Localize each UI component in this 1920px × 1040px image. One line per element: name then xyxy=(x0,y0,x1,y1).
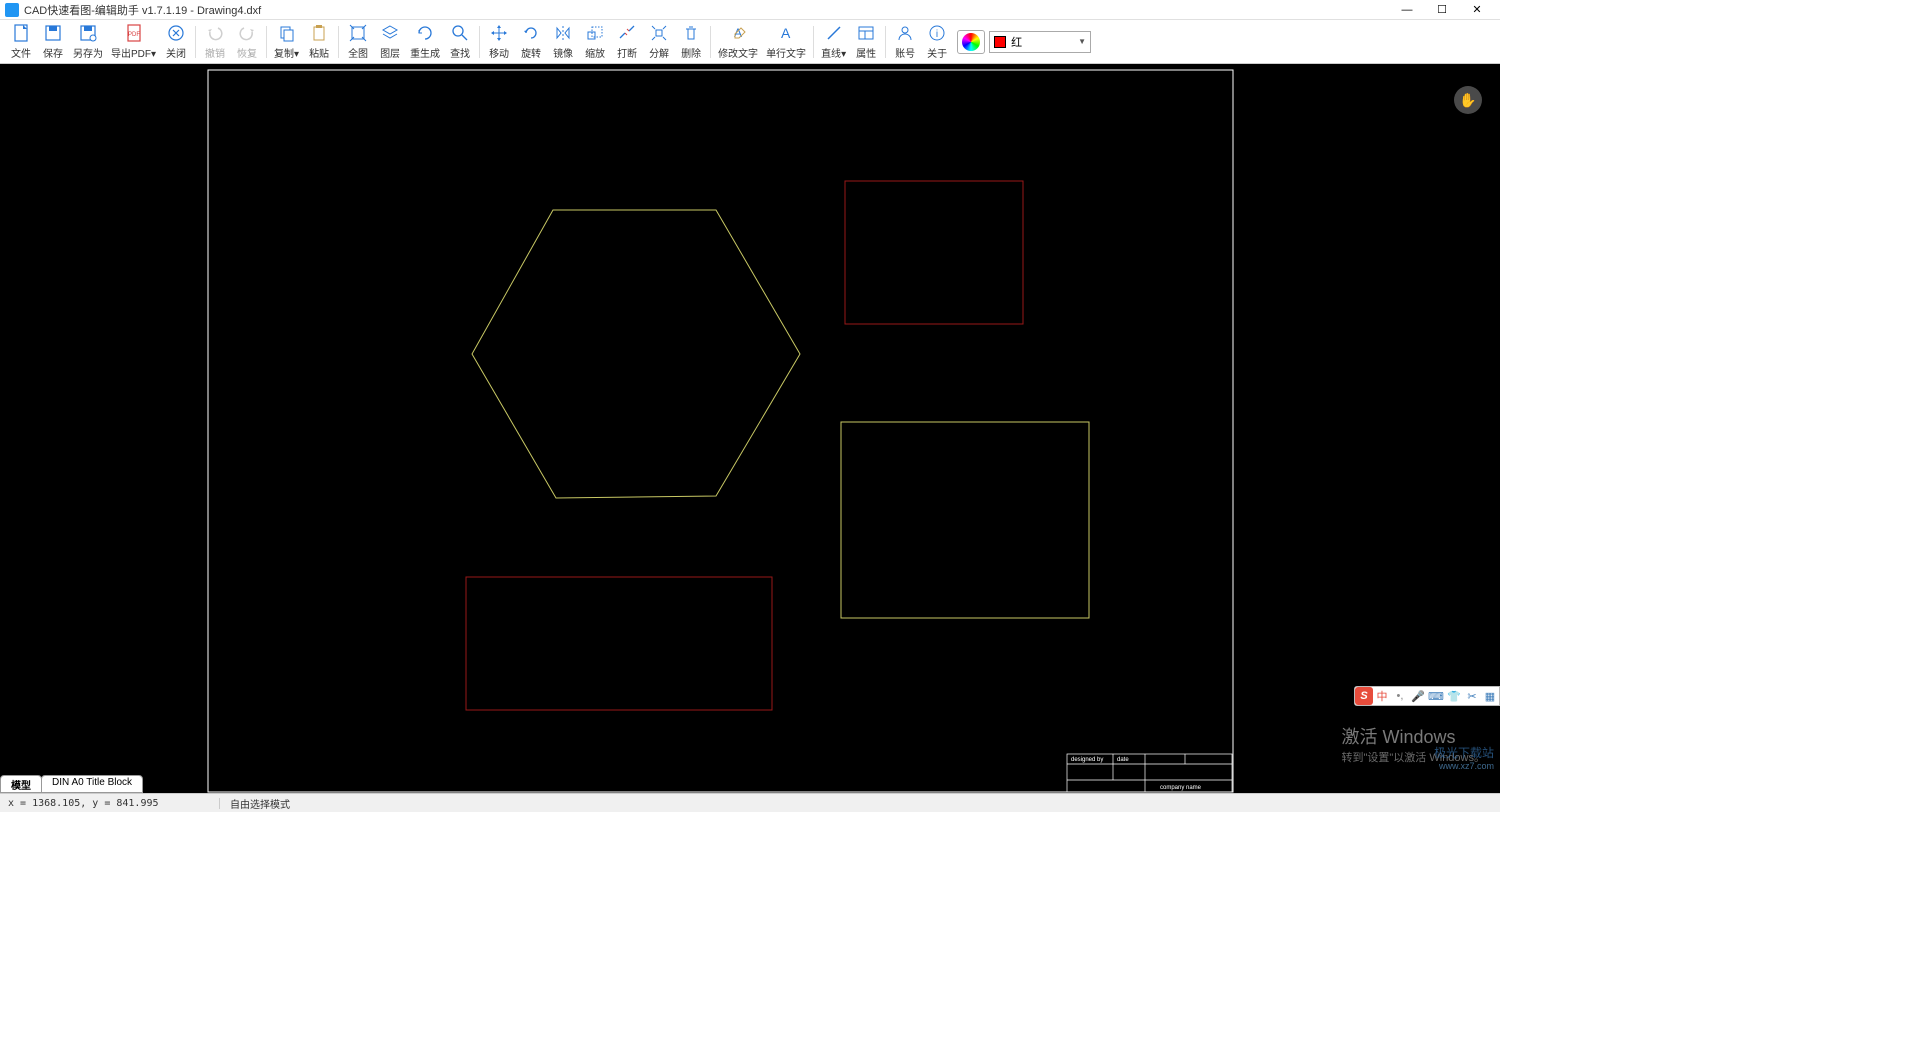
about-button[interactable]: i 关于 xyxy=(921,22,953,62)
svg-text:PDF: PDF xyxy=(128,32,140,38)
maximize-button[interactable]: ☐ xyxy=(1432,2,1452,18)
tab-model[interactable]: 模型 xyxy=(0,775,42,793)
hand-icon: ✋ xyxy=(1459,92,1476,109)
file-button[interactable]: 文件 xyxy=(5,22,37,62)
main-toolbar: 文件 保存 另存为 PDF 导出PDF▾ 关闭 撤销 恢复 复制▾ 粘贴 全图 xyxy=(0,20,1500,64)
layout-tabs: 模型 DIN A0 Title Block xyxy=(0,775,142,793)
save-button[interactable]: 保存 xyxy=(37,22,69,62)
color-wheel-icon xyxy=(962,33,980,51)
close-button[interactable]: 关闭 xyxy=(160,22,192,62)
ime-lang-toggle[interactable]: 中 xyxy=(1373,687,1391,705)
redo-icon xyxy=(237,23,257,43)
save-as-icon xyxy=(78,23,98,43)
title-bar: CAD快速看图-编辑助手 v1.7.1.19 - Drawing4.dxf — … xyxy=(0,0,1500,20)
titleblock-company: company name xyxy=(1160,785,1202,791)
app-icon xyxy=(5,3,19,17)
user-icon xyxy=(895,23,915,43)
explode-icon xyxy=(649,23,669,43)
copy-button[interactable]: 复制▾ xyxy=(270,22,303,62)
redo-button[interactable]: 恢复 xyxy=(231,22,263,62)
layers-button[interactable]: 图层 xyxy=(374,22,406,62)
titleblock-date: date xyxy=(1117,757,1129,763)
color-wheel-button[interactable] xyxy=(957,30,985,54)
ime-toolbar[interactable]: S 中 •, 🎤 ⌨ 👕 ✂ ▦ xyxy=(1354,686,1500,706)
ime-grid-icon[interactable]: ▦ xyxy=(1481,687,1499,705)
edit-text-button[interactable]: A 修改文字 xyxy=(714,22,762,62)
regen-button[interactable]: 重生成 xyxy=(406,22,444,62)
explode-button[interactable]: 分解 xyxy=(643,22,675,62)
ime-punct-toggle[interactable]: •, xyxy=(1391,687,1409,705)
color-swatch xyxy=(994,36,1006,48)
regen-icon xyxy=(415,23,435,43)
file-icon xyxy=(11,23,31,43)
titleblock-designed-by: designed by xyxy=(1071,757,1103,763)
single-text-button[interactable]: A 单行文字 xyxy=(762,22,810,62)
ime-keyboard-icon[interactable]: ⌨ xyxy=(1427,687,1445,705)
find-button[interactable]: 查找 xyxy=(444,22,476,62)
delete-icon xyxy=(681,23,701,43)
properties-button[interactable]: 属性 xyxy=(850,22,882,62)
color-name: 红 xyxy=(1011,34,1078,50)
save-as-button[interactable]: 另存为 xyxy=(69,22,107,62)
status-coordinates: x = 1368.105, y = 841.995 xyxy=(0,798,220,809)
close-icon xyxy=(166,23,186,43)
move-icon xyxy=(489,23,509,43)
text-icon: A xyxy=(776,23,796,43)
search-icon xyxy=(450,23,470,43)
svg-text:i: i xyxy=(936,29,938,40)
pan-tool-button[interactable]: ✋ xyxy=(1454,86,1482,114)
mirror-icon xyxy=(553,23,573,43)
edit-text-icon: A xyxy=(728,23,748,43)
rotate-icon xyxy=(521,23,541,43)
account-button[interactable]: 账号 xyxy=(889,22,921,62)
window-title: CAD快速看图-编辑助手 v1.7.1.19 - Drawing4.dxf xyxy=(24,2,1397,18)
line-button[interactable]: 直线▾ xyxy=(817,22,850,62)
undo-button[interactable]: 撤销 xyxy=(199,22,231,62)
line-icon xyxy=(824,23,844,43)
zoom-all-icon xyxy=(348,23,368,43)
close-window-button[interactable]: ✕ xyxy=(1467,2,1487,18)
window-controls: — ☐ ✕ xyxy=(1397,2,1487,18)
chevron-down-icon: ▼ xyxy=(1078,37,1086,46)
save-icon xyxy=(43,23,63,43)
move-button[interactable]: 移动 xyxy=(483,22,515,62)
export-pdf-button[interactable]: PDF 导出PDF▾ xyxy=(107,22,160,62)
scale-button[interactable]: 缩放 xyxy=(579,22,611,62)
pdf-icon: PDF xyxy=(124,23,144,43)
zoom-all-button[interactable]: 全图 xyxy=(342,22,374,62)
tab-layout-a0[interactable]: DIN A0 Title Block xyxy=(41,775,143,793)
ime-sogou-icon[interactable]: S xyxy=(1355,687,1373,705)
copy-icon xyxy=(277,23,297,43)
mirror-button[interactable]: 镜像 xyxy=(547,22,579,62)
ime-scissors-icon[interactable]: ✂ xyxy=(1463,687,1481,705)
paste-button[interactable]: 粘贴 xyxy=(303,22,335,62)
delete-button[interactable]: 删除 xyxy=(675,22,707,62)
drawing-canvas[interactable]: designed by date company name ✋ 激活 Windo… xyxy=(0,64,1500,793)
break-button[interactable]: 打断 xyxy=(611,22,643,62)
status-mode: 自由选择模式 xyxy=(220,796,300,811)
paste-icon xyxy=(309,23,329,43)
ime-voice-icon[interactable]: 🎤 xyxy=(1409,687,1427,705)
undo-icon xyxy=(205,23,225,43)
info-icon: i xyxy=(927,23,947,43)
layers-icon xyxy=(380,23,400,43)
status-bar: x = 1368.105, y = 841.995 自由选择模式 xyxy=(0,793,1500,812)
ime-skin-icon[interactable]: 👕 xyxy=(1445,687,1463,705)
minimize-button[interactable]: — xyxy=(1397,2,1417,18)
color-dropdown[interactable]: 红 ▼ xyxy=(989,31,1091,53)
scale-icon xyxy=(585,23,605,43)
break-icon xyxy=(617,23,637,43)
properties-icon xyxy=(856,23,876,43)
rotate-button[interactable]: 旋转 xyxy=(515,22,547,62)
svg-text:A: A xyxy=(781,25,791,41)
